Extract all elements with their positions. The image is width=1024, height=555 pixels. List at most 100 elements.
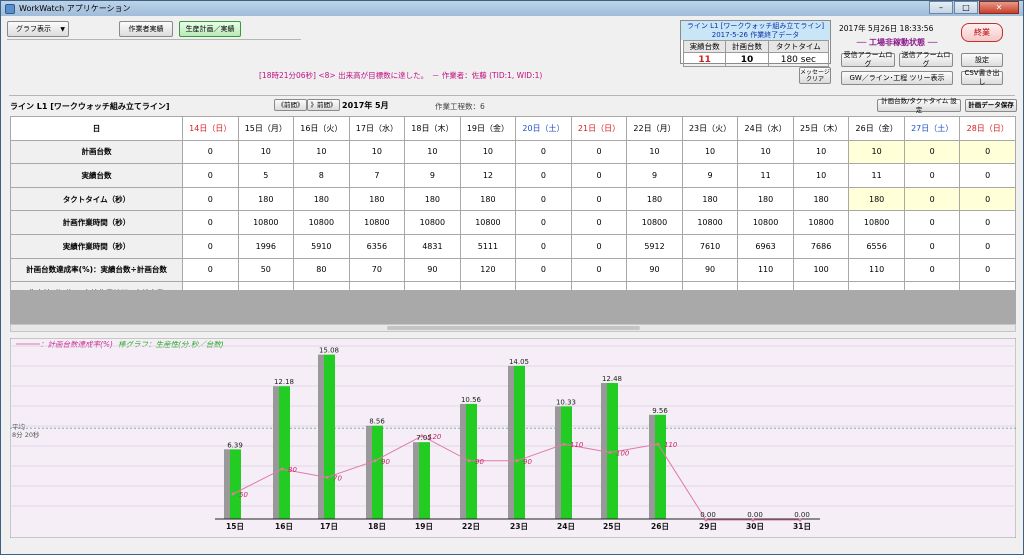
table-cell[interactable]: 10	[348, 139, 406, 165]
table-cell[interactable]: 0	[515, 139, 572, 165]
row-label: 計画作業時間（秒）	[10, 210, 183, 235]
next-month-button[interactable]: 》前間》	[307, 99, 340, 111]
table-cell: 0	[570, 233, 628, 259]
day-header: 27日（土）	[903, 116, 961, 141]
day-header: 21日（日）	[570, 116, 628, 141]
table-cell: 90	[681, 257, 739, 283]
table-cell[interactable]: 10	[293, 139, 350, 165]
table-cell[interactable]: 0	[570, 186, 628, 212]
table-cell[interactable]: 180	[459, 186, 517, 212]
table-cell: 12	[459, 163, 517, 188]
table-cell: 0	[959, 210, 1016, 235]
line-name: ライン L1 [ワークウォッチ組み立てライン]	[10, 102, 170, 111]
plan-setting-button[interactable]: 計画台数/タクトタイム 設定	[877, 97, 961, 114]
table-cell: 10800	[348, 210, 406, 235]
horizontal-scrollbar[interactable]	[10, 324, 1016, 332]
table-cell[interactable]: 0	[903, 139, 961, 165]
send-alarm-log-button[interactable]: 送信アラームログ	[899, 51, 953, 68]
rate-point	[325, 475, 329, 479]
table-cell[interactable]: 180	[348, 186, 406, 212]
close-button[interactable]: ✕	[979, 1, 1019, 14]
day-header: 14日（日）	[182, 116, 239, 141]
x-tick-label: 18日	[368, 522, 386, 531]
day-header: 16日（火）	[293, 116, 350, 141]
worker-results-button[interactable]: 作業者実績	[119, 21, 173, 37]
graph-select-label: グラフ表示	[16, 24, 51, 33]
table-cell: 5	[237, 163, 295, 188]
csv-export-button[interactable]: CSV書き出し	[961, 69, 1003, 86]
table-cell: 9	[626, 163, 683, 188]
table-cell: 6356	[348, 233, 406, 259]
maximize-button[interactable]: □	[954, 1, 978, 14]
table-cell[interactable]: 0	[515, 186, 572, 212]
title-bar[interactable]: WorkWatch アプリケーション – □ ✕	[1, 1, 1023, 16]
info-header-actual: 実績台数	[682, 40, 727, 53]
table-cell[interactable]: 10	[737, 139, 794, 165]
table-cell[interactable]: 180	[792, 186, 850, 212]
scrollbar-thumb[interactable]	[387, 326, 640, 330]
quit-button[interactable]: 終業	[961, 23, 1003, 42]
bar	[230, 449, 241, 519]
plan-results-button[interactable]: 生産計画／実績	[179, 21, 241, 37]
bar-value-label: 12.18	[274, 378, 294, 386]
bar-value-label: 12.48	[602, 375, 622, 383]
header-divider	[9, 95, 1015, 96]
info-value-takt: 180 sec	[767, 52, 830, 67]
day-header: 23日（火）	[681, 116, 739, 141]
table-cell: 5912	[626, 233, 683, 259]
table-cell[interactable]: 0	[570, 139, 628, 165]
row-label: 実績作業時間（秒）	[10, 233, 183, 259]
legend-line-label: ：計画台数達成率(%)	[40, 340, 113, 349]
table-cell[interactable]: 180	[404, 186, 461, 212]
table-cell[interactable]: 180	[848, 186, 905, 212]
table-cell[interactable]: 0	[959, 139, 1016, 165]
table-cell[interactable]: 10	[404, 139, 461, 165]
rate-value-label: 70	[333, 474, 342, 482]
table-cell[interactable]: 10	[681, 139, 739, 165]
table-cell: 0	[570, 257, 628, 283]
bar-shade	[555, 406, 561, 519]
bar-value-label: 9.56	[652, 407, 668, 415]
table-cell[interactable]: 180	[293, 186, 350, 212]
message-clear-button[interactable]: メッセージクリア	[799, 67, 831, 84]
table-cell[interactable]: 0	[182, 186, 239, 212]
table-cell: 6556	[848, 233, 905, 259]
minimize-button[interactable]: –	[929, 1, 953, 14]
table-cell[interactable]: 180	[237, 186, 295, 212]
rate-point	[656, 442, 660, 446]
recv-alarm-log-button[interactable]: 受信アラームログ	[841, 51, 895, 68]
plan-save-button[interactable]: 計画データ保存	[965, 99, 1017, 112]
table-cell[interactable]: 0	[182, 139, 239, 165]
table-cell: 4831	[404, 233, 461, 259]
rate-point	[467, 459, 471, 463]
app-icon	[5, 3, 15, 14]
day-header: 19日（金）	[459, 116, 517, 141]
rate-value-label: 80	[288, 466, 297, 474]
rate-value-label: 90	[523, 458, 532, 466]
table-cell[interactable]: 0	[959, 186, 1016, 212]
table-cell: 0	[903, 233, 961, 259]
table-cell[interactable]: 10	[626, 139, 683, 165]
rate-value-label: 110	[570, 441, 584, 449]
bar-value-label: 8.56	[369, 418, 385, 426]
table-cell: 90	[626, 257, 683, 283]
x-tick-label: 22日	[462, 522, 480, 531]
table-cell[interactable]: 10	[848, 139, 905, 165]
table-cell[interactable]: 180	[681, 186, 739, 212]
graph-select[interactable]: グラフ表示 ▼	[7, 21, 69, 37]
table-cell[interactable]: 10	[792, 139, 850, 165]
table-cell[interactable]: 0	[903, 186, 961, 212]
settings-button[interactable]: 設定	[961, 53, 1003, 67]
rate-point	[280, 467, 284, 471]
rate-value-label: 90	[475, 458, 484, 466]
table-cell[interactable]: 10	[237, 139, 295, 165]
table-cell[interactable]: 10	[459, 139, 517, 165]
clock: 2017年 5月26日 18:33:56	[839, 24, 934, 33]
gw-tree-button[interactable]: GW／ライン･工程 ツリー表示	[841, 71, 953, 85]
bar	[514, 365, 525, 519]
table-cell[interactable]: 180	[626, 186, 683, 212]
table-cell: 0	[182, 257, 239, 283]
table-cell: 0	[515, 210, 572, 235]
table-cell[interactable]: 180	[737, 186, 794, 212]
prev-month-button[interactable]: 《前間》	[274, 99, 307, 111]
